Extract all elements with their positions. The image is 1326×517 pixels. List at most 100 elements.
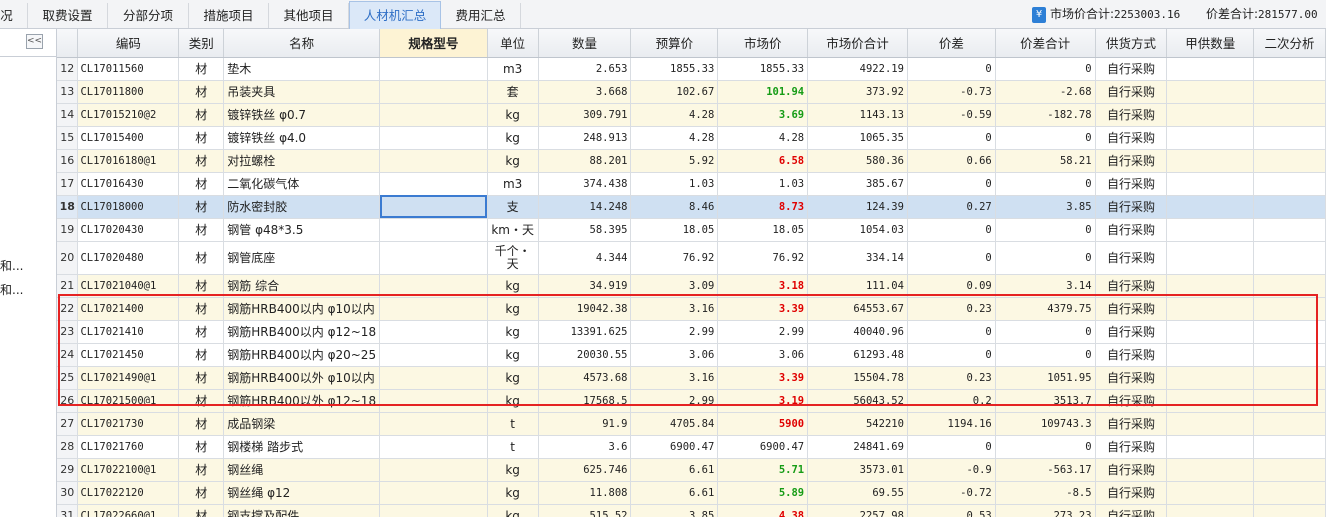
cell-budget-price[interactable]: 3.85 xyxy=(630,504,719,517)
cell-spec[interactable] xyxy=(379,80,488,104)
cell-client-qty[interactable] xyxy=(1166,320,1255,344)
cell-unit[interactable]: kg xyxy=(487,366,539,390)
cell-secondary-analysis[interactable] xyxy=(1253,366,1326,390)
row-number[interactable]: 25 xyxy=(57,366,79,390)
cell-spec[interactable] xyxy=(379,172,488,196)
cell-supply-method[interactable]: 自行采购 xyxy=(1095,481,1168,505)
cell-market-total[interactable]: 385.67 xyxy=(807,172,908,196)
cell-category[interactable]: 材 xyxy=(178,218,225,242)
cell-category[interactable]: 材 xyxy=(178,126,225,150)
row-number[interactable]: 19 xyxy=(57,218,79,242)
row-number[interactable]: 28 xyxy=(57,435,79,459)
left-tree-item[interactable]: 和... xyxy=(0,281,23,298)
cell-market-price[interactable]: 4.28 xyxy=(717,126,809,150)
cell-budget-price[interactable]: 6900.47 xyxy=(630,435,719,459)
cell-category[interactable]: 材 xyxy=(178,172,225,196)
cell-spec[interactable] xyxy=(379,297,488,321)
cell-spec[interactable] xyxy=(379,481,488,505)
tab-3[interactable]: 措施项目 xyxy=(189,3,269,28)
cell-diff-total[interactable]: 0 xyxy=(995,435,1096,459)
cell-quantity[interactable]: 4.344 xyxy=(538,241,632,275)
cell-price-diff[interactable]: 0.27 xyxy=(907,195,996,219)
cell-unit[interactable]: kg xyxy=(487,504,539,517)
cell-supply-method[interactable]: 自行采购 xyxy=(1095,57,1168,81)
cell-code[interactable]: CL17011560 xyxy=(77,57,180,81)
cell-supply-method[interactable]: 自行采购 xyxy=(1095,297,1168,321)
cell-client-qty[interactable] xyxy=(1166,80,1255,104)
row-number[interactable]: 12 xyxy=(57,57,79,81)
cell-name[interactable]: 镀锌铁丝 φ4.0 xyxy=(223,126,381,150)
cell-secondary-analysis[interactable] xyxy=(1253,343,1326,367)
cell-quantity[interactable]: 34.919 xyxy=(538,274,632,298)
table-row[interactable]: 20 CL17020480 材钢管底座 千个・天 4.344 76.92 76.92 334.… xyxy=(57,241,1326,275)
cell-quantity[interactable]: 2.653 xyxy=(538,57,632,81)
table-row[interactable]: 27 CL17021730 材成品钢梁 t 91.9 4705.84 5900 542210 1… xyxy=(57,412,1326,436)
cell-code[interactable]: CL17016430 xyxy=(77,172,180,196)
cell-budget-price[interactable]: 102.67 xyxy=(630,80,719,104)
cell-diff-total[interactable]: 0 xyxy=(995,172,1096,196)
cell-market-total[interactable]: 15504.78 xyxy=(807,366,908,390)
cell-name[interactable]: 镀锌铁丝 φ0.7 xyxy=(223,103,381,127)
table-row[interactable]: 26 CL17021500@1 材钢筋HRB400以外 φ12~18 kg 17568.… xyxy=(57,389,1326,413)
cell-market-total[interactable]: 1143.13 xyxy=(807,103,908,127)
cell-supply-method[interactable]: 自行采购 xyxy=(1095,149,1168,173)
cell-quantity[interactable]: 625.746 xyxy=(538,458,632,482)
cell-category[interactable]: 材 xyxy=(178,320,225,344)
cell-code[interactable]: CL17015210@2 xyxy=(77,103,180,127)
column-header-quantity[interactable]: 数量 xyxy=(538,29,632,58)
cell-name[interactable]: 防水密封胶 xyxy=(223,195,381,219)
cell-name[interactable]: 钢筋HRB400以内 φ10以内 xyxy=(223,297,381,321)
cell-client-qty[interactable] xyxy=(1166,504,1255,517)
cell-category[interactable]: 材 xyxy=(178,389,225,413)
cell-spec[interactable] xyxy=(379,103,488,127)
cell-price-diff[interactable]: 0 xyxy=(907,57,996,81)
cell-quantity[interactable]: 13391.625 xyxy=(538,320,632,344)
column-header-secondary-analysis[interactable]: 二次分析 xyxy=(1253,29,1326,58)
column-header-category[interactable]: 类别 xyxy=(178,29,225,58)
cell-unit[interactable]: 套 xyxy=(487,80,539,104)
row-number[interactable]: 18 xyxy=(57,195,79,219)
cell-client-qty[interactable] xyxy=(1166,274,1255,298)
column-header-spec-model[interactable]: 规格型号 xyxy=(379,29,488,58)
cell-code[interactable]: CL17021760 xyxy=(77,435,180,459)
cell-market-total[interactable]: 24841.69 xyxy=(807,435,908,459)
cell-diff-total[interactable]: 0 xyxy=(995,241,1096,275)
cell-market-total[interactable]: 124.39 xyxy=(807,195,908,219)
table-row[interactable]: 25 CL17021490@1 材钢筋HRB400以外 φ10以内 kg 4573.68… xyxy=(57,366,1326,390)
cell-secondary-analysis[interactable] xyxy=(1253,274,1326,298)
tab-2[interactable]: 分部分项 xyxy=(108,3,189,28)
cell-supply-method[interactable]: 自行采购 xyxy=(1095,103,1168,127)
cell-spec[interactable] xyxy=(379,320,488,344)
cell-secondary-analysis[interactable] xyxy=(1253,435,1326,459)
cell-secondary-analysis[interactable] xyxy=(1253,458,1326,482)
cell-budget-price[interactable]: 3.09 xyxy=(630,274,719,298)
cell-spec[interactable] xyxy=(379,458,488,482)
cell-market-total[interactable]: 2257.98 xyxy=(807,504,908,517)
left-tree-item[interactable]: 和... xyxy=(0,257,23,274)
cell-quantity[interactable]: 91.9 xyxy=(538,412,632,436)
cell-price-diff[interactable]: 0.2 xyxy=(907,389,996,413)
cell-secondary-analysis[interactable] xyxy=(1253,412,1326,436)
cell-market-price[interactable]: 5.71 xyxy=(717,458,809,482)
cell-quantity[interactable]: 309.791 xyxy=(538,103,632,127)
row-number[interactable]: 31 xyxy=(57,504,79,517)
cell-code[interactable]: CL17022120 xyxy=(77,481,180,505)
cell-client-qty[interactable] xyxy=(1166,343,1255,367)
cell-quantity[interactable]: 3.6 xyxy=(538,435,632,459)
cell-diff-total[interactable]: 4379.75 xyxy=(995,297,1096,321)
cell-client-qty[interactable] xyxy=(1166,435,1255,459)
cell-market-total[interactable]: 64553.67 xyxy=(807,297,908,321)
cell-client-qty[interactable] xyxy=(1166,389,1255,413)
cell-supply-method[interactable]: 自行采购 xyxy=(1095,241,1168,275)
cell-price-diff[interactable]: 0.66 xyxy=(907,149,996,173)
row-number[interactable]: 22 xyxy=(57,297,79,321)
cell-supply-method[interactable]: 自行采购 xyxy=(1095,126,1168,150)
cell-price-diff[interactable]: 0 xyxy=(907,241,996,275)
cell-code[interactable]: CL17021730 xyxy=(77,412,180,436)
cell-secondary-analysis[interactable] xyxy=(1253,504,1326,517)
cell-client-qty[interactable] xyxy=(1166,149,1255,173)
cell-price-diff[interactable]: 0.23 xyxy=(907,297,996,321)
cell-code[interactable]: CL17011800 xyxy=(77,80,180,104)
cell-price-diff[interactable]: 1194.16 xyxy=(907,412,996,436)
cell-spec[interactable] xyxy=(379,218,488,242)
